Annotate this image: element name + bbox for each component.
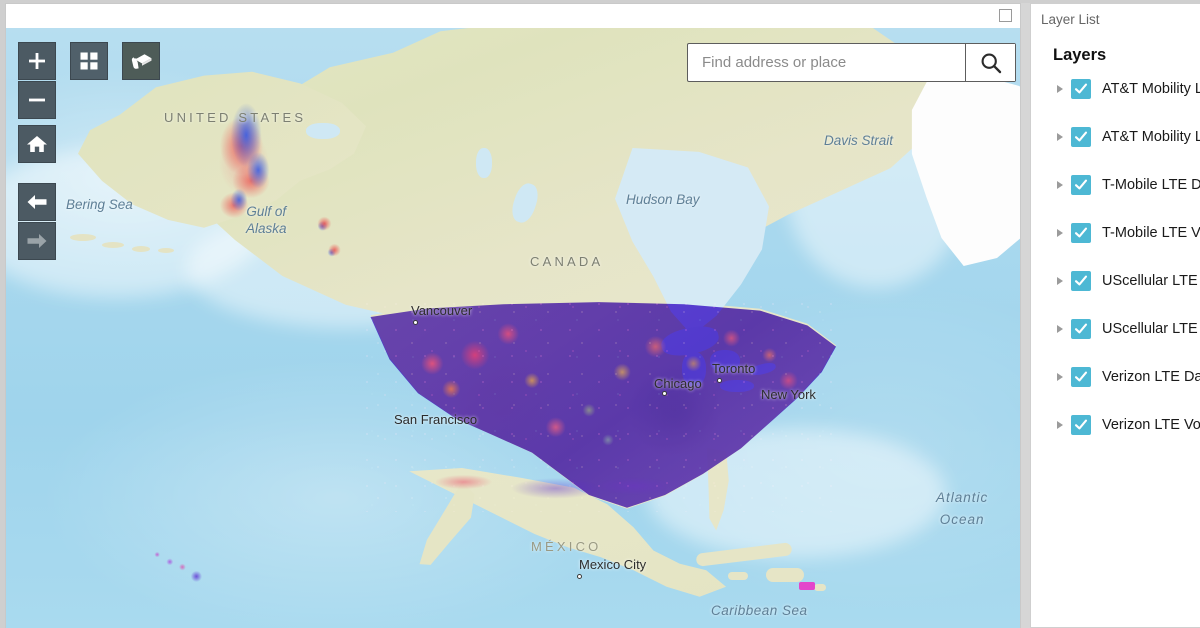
map-canvas[interactable]: Bering Sea Gulf of Alaska Davis Strait H… [6, 28, 1020, 628]
layer-row[interactable]: UScellular LTE Data [1031, 257, 1200, 305]
search-icon [981, 53, 1001, 73]
layer-row[interactable]: UScellular LTE Voice [1031, 305, 1200, 353]
check-icon [1074, 275, 1088, 286]
next-extent-button[interactable] [18, 222, 56, 260]
check-icon [1074, 419, 1088, 430]
layer-checkbox[interactable] [1071, 271, 1091, 291]
chevron-right-icon[interactable] [1055, 179, 1065, 191]
lake-inland [306, 123, 340, 139]
layer-row[interactable]: Verizon LTE Data [1031, 353, 1200, 401]
check-icon [1074, 371, 1088, 382]
lake-huron [710, 350, 740, 372]
city-dot-chicago [662, 391, 667, 396]
chevron-right-icon[interactable] [1055, 275, 1065, 287]
check-icon [1074, 227, 1088, 238]
aleutian-island [70, 234, 96, 241]
layer-checkbox[interactable] [1071, 367, 1091, 387]
restore-window-icon[interactable] [999, 9, 1012, 22]
chevron-right-icon[interactable] [1055, 323, 1065, 335]
layers-tool-button[interactable] [122, 42, 160, 80]
layer-checkbox[interactable] [1071, 415, 1091, 435]
layer-row[interactable]: AT&T Mobility LTE Data [1031, 65, 1200, 113]
aleutian-island [102, 242, 124, 248]
arrow-right-icon [27, 234, 47, 248]
minus-icon [29, 98, 45, 102]
aleutian-island [158, 248, 174, 253]
layer-label: UScellular LTE Voice [1102, 321, 1200, 337]
layer-label: Verizon LTE Voice [1102, 417, 1200, 433]
check-icon [1074, 131, 1088, 142]
aleutian-island [132, 246, 150, 252]
layers-heading: Layers [1053, 46, 1107, 64]
search-submit-button[interactable] [965, 44, 1015, 81]
previous-extent-button[interactable] [18, 183, 56, 221]
layer-list-body: Layers AT&T Mobility LTE DataAT&T Mobili… [1031, 36, 1200, 627]
zoom-out-button[interactable] [18, 81, 56, 119]
layer-checkbox[interactable] [1071, 175, 1091, 195]
search-box [687, 43, 1016, 82]
chevron-right-icon[interactable] [1055, 227, 1065, 239]
layer-row[interactable]: AT&T Mobility LTE Voice [1031, 113, 1200, 161]
home-button[interactable] [18, 125, 56, 163]
lake-erie [720, 380, 754, 392]
map-title-bar [6, 4, 1020, 28]
zoom-in-button[interactable] [18, 42, 56, 80]
chevron-right-icon[interactable] [1055, 131, 1065, 143]
map-widget: Bering Sea Gulf of Alaska Davis Strait H… [5, 3, 1021, 628]
plus-icon [29, 53, 45, 69]
check-icon [1074, 179, 1088, 190]
island-lesser-antilles [814, 584, 826, 591]
basemap-gallery-button[interactable] [70, 42, 108, 80]
grid-squares-icon [80, 52, 98, 70]
city-dot-toronto [717, 378, 722, 383]
layer-list-panel-title: Layer List [1041, 12, 1100, 27]
search-input[interactable] [688, 44, 965, 81]
app-root: Bering Sea Gulf of Alaska Davis Strait H… [0, 0, 1200, 628]
lake-michigan [682, 352, 706, 386]
chevron-right-icon[interactable] [1055, 371, 1065, 383]
chevron-right-icon[interactable] [1055, 83, 1065, 95]
home-icon [27, 136, 47, 152]
city-dot-vancouver [413, 320, 418, 325]
check-icon [1074, 83, 1088, 94]
layer-checkbox[interactable] [1071, 319, 1091, 339]
layer-checkbox[interactable] [1071, 79, 1091, 99]
layer-label: UScellular LTE Data [1102, 273, 1200, 289]
layer-rows: AT&T Mobility LTE Data AT&T Mobility LTE … [1031, 65, 1200, 449]
layer-label: Verizon LTE Data [1102, 369, 1200, 385]
arrow-left-icon [27, 195, 47, 209]
layer-label: T-Mobile LTE Voice [1102, 225, 1200, 241]
layer-list-panel: Layer List Layers AT&T Mobility LTE Data… [1030, 3, 1200, 628]
island-hispaniola [766, 568, 804, 582]
layer-checkbox[interactable] [1071, 223, 1091, 243]
island-jamaica [728, 572, 748, 580]
layer-row[interactable]: Verizon LTE Voice [1031, 401, 1200, 449]
layer-label: AT&T Mobility LTE Voice [1102, 129, 1200, 145]
lake-inland [476, 148, 492, 178]
layers-hand-icon [131, 54, 152, 69]
chevron-right-icon[interactable] [1055, 419, 1065, 431]
layer-row[interactable]: T-Mobile LTE Voice [1031, 209, 1200, 257]
check-icon [1074, 323, 1088, 334]
city-dot-mexico-city [577, 574, 582, 579]
layer-row[interactable]: T-Mobile LTE Data [1031, 161, 1200, 209]
layer-label: AT&T Mobility LTE Data [1102, 81, 1200, 97]
layer-checkbox[interactable] [1071, 127, 1091, 147]
layer-label: T-Mobile LTE Data [1102, 177, 1200, 193]
